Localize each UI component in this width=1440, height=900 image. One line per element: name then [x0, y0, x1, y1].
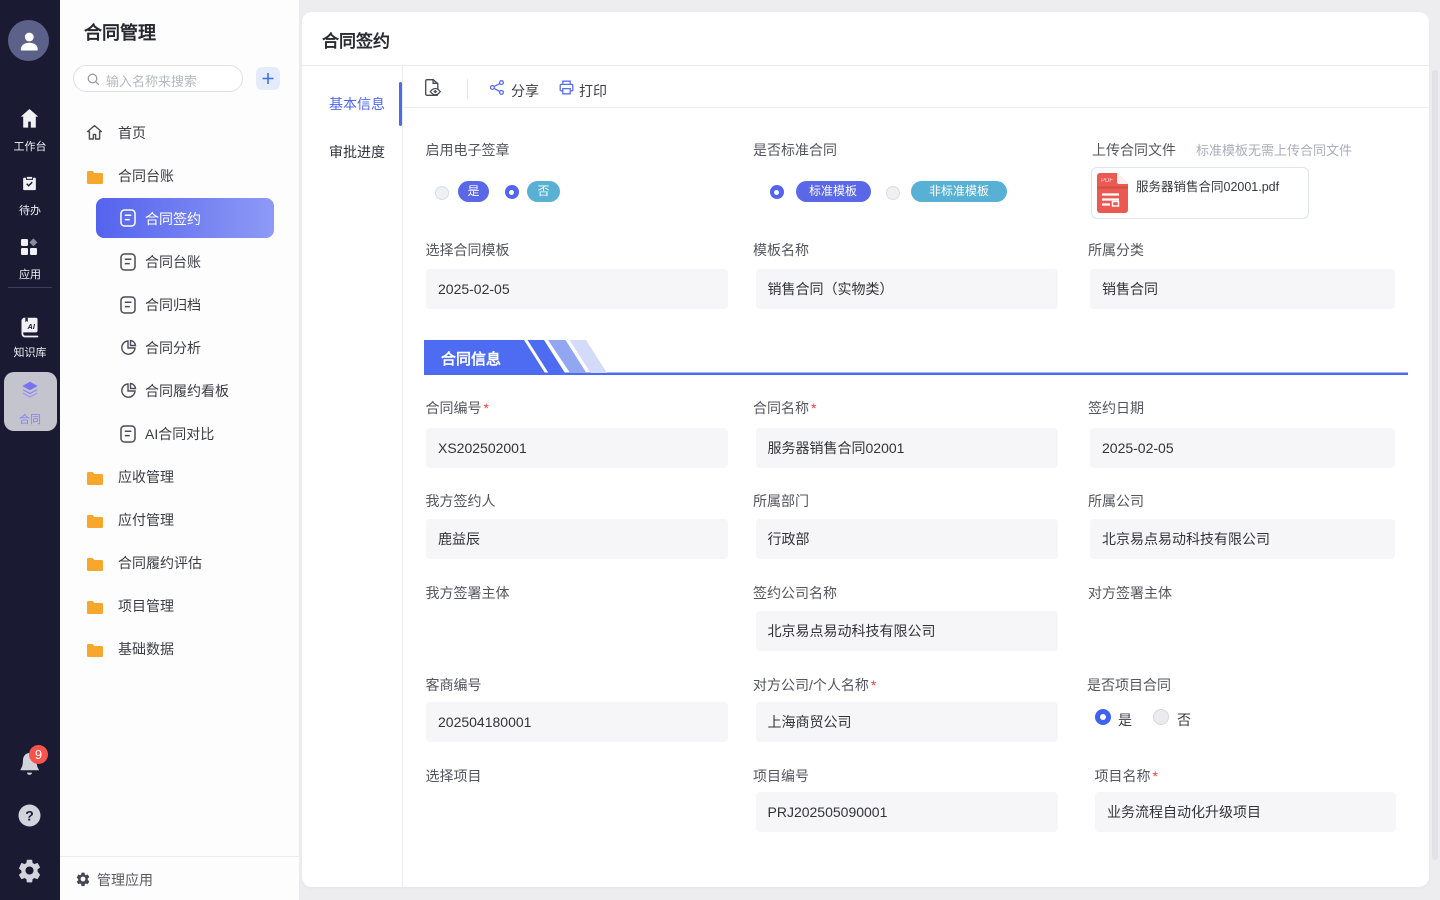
svg-text:PDF: PDF [1101, 178, 1113, 184]
svg-text:AI: AI [26, 322, 35, 331]
svg-text:?: ? [25, 808, 34, 824]
